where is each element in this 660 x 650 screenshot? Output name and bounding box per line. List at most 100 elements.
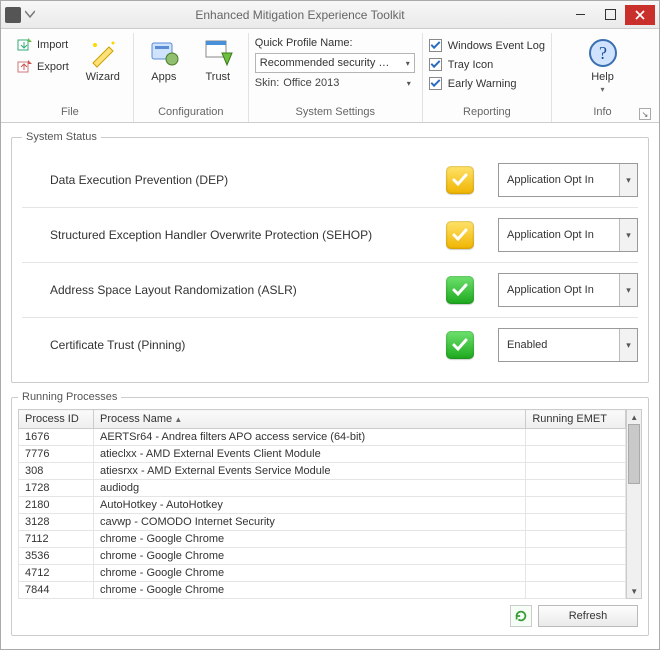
status-value: Application Opt In [499, 229, 602, 241]
wizard-button[interactable]: Wizard [79, 35, 127, 85]
checkbox-early-warning[interactable]: Early Warning [429, 77, 545, 90]
help-button[interactable]: ? Help ▾ [579, 35, 627, 96]
cell-emet [526, 514, 626, 531]
minimize-button[interactable] [565, 5, 595, 25]
cell-name: chrome - Google Chrome [94, 548, 526, 565]
cell-pid: 4712 [19, 565, 94, 582]
status-dropdown[interactable]: Application Opt In▾ [498, 163, 638, 197]
cell-pid: 3128 [19, 514, 94, 531]
cell-emet [526, 497, 626, 514]
cell-pid: 308 [19, 463, 94, 480]
cell-name: AERTSr64 - Andrea filters APO access ser… [94, 429, 526, 446]
group-label-file: File [61, 106, 79, 120]
qat-dropdown-icon[interactable] [25, 8, 35, 22]
cell-emet [526, 582, 626, 599]
cell-name: atiesrxx - AMD External Events Service M… [94, 463, 526, 480]
app-icon [5, 7, 21, 23]
status-label: Address Space Layout Randomization (ASLR… [22, 283, 446, 297]
ribbon-group-system-settings: Quick Profile Name: Recommended security… [249, 33, 423, 122]
col-pid[interactable]: Process ID [19, 410, 94, 429]
dialog-launcher-icon[interactable]: ↘ [639, 108, 651, 120]
system-status-panel: System Status Data Execution Prevention … [9, 131, 651, 383]
import-icon [17, 37, 33, 53]
status-check-icon [446, 221, 474, 249]
skin-dropdown-icon[interactable]: ▾ [407, 79, 415, 88]
table-row[interactable]: 7112chrome - Google Chrome [19, 531, 626, 548]
status-check-icon [446, 166, 474, 194]
import-button[interactable]: Import [13, 35, 73, 55]
checkbox-icon [429, 39, 442, 52]
trust-icon [202, 37, 234, 69]
scroll-up-icon[interactable]: ▲ [627, 410, 641, 424]
col-emet[interactable]: Running EMET [526, 410, 626, 429]
maximize-button[interactable] [595, 5, 625, 25]
table-row[interactable]: 7844chrome - Google Chrome [19, 582, 626, 599]
status-dropdown[interactable]: Application Opt In ▾ [498, 273, 638, 307]
cell-name: chrome - Google Chrome [94, 531, 526, 548]
col-name[interactable]: Process Name [94, 410, 526, 429]
cell-emet [526, 446, 626, 463]
scroll-down-icon[interactable]: ▼ [627, 584, 641, 598]
status-dropdown[interactable]: Enabled▾ [498, 328, 638, 362]
ribbon-group-configuration: Apps Trust Configuration [134, 33, 249, 122]
export-label: Export [37, 61, 69, 73]
table-row[interactable]: 1676AERTSr64 - Andrea filters APO access… [19, 429, 626, 446]
cell-pid: 7776 [19, 446, 94, 463]
cell-name: AutoHotkey - AutoHotkey [94, 497, 526, 514]
trust-label: Trust [205, 71, 230, 83]
status-check-icon [446, 276, 474, 304]
checkbox-event-log[interactable]: Windows Event Log [429, 39, 545, 52]
skin-value: Office 2013 [283, 77, 339, 89]
export-button[interactable]: Export [13, 57, 73, 77]
status-value: Enabled [499, 339, 555, 351]
table-row[interactable]: 308atiesrxx - AMD External Events Servic… [19, 463, 626, 480]
close-button[interactable] [625, 5, 655, 25]
table-row[interactable]: 3536chrome - Google Chrome [19, 548, 626, 565]
svg-text:?: ? [599, 43, 607, 63]
vertical-scrollbar[interactable]: ▲ ▼ [626, 409, 642, 599]
wizard-icon [87, 37, 119, 69]
quick-profile-value: Recommended security … [260, 57, 390, 69]
skin-label: Skin: [255, 77, 279, 89]
chevron-down-icon: ▾ [619, 219, 637, 251]
export-icon [17, 59, 33, 75]
checkbox-label: Tray Icon [448, 59, 493, 71]
cell-emet [526, 531, 626, 548]
apps-button[interactable]: Apps [140, 35, 188, 85]
group-label-sysset: System Settings [296, 106, 375, 120]
cell-pid: 2180 [19, 497, 94, 514]
chevron-down-icon: ▾ [619, 274, 637, 306]
status-value: Application Opt In [499, 284, 602, 296]
status-dropdown[interactable]: Application Opt In ▾ [498, 218, 638, 252]
cell-emet [526, 429, 626, 446]
table-row[interactable]: 2180AutoHotkey - AutoHotkey [19, 497, 626, 514]
apps-icon [148, 37, 180, 69]
cell-emet [526, 548, 626, 565]
chevron-down-icon: ▾ [406, 59, 410, 68]
status-row: Certificate Trust (Pinning) Enabled▾ [22, 318, 638, 372]
status-check-icon [446, 331, 474, 359]
checkbox-tray-icon[interactable]: Tray Icon [429, 58, 545, 71]
quick-profile-combo[interactable]: Recommended security … ▾ [255, 53, 415, 73]
status-label: Certificate Trust (Pinning) [22, 338, 446, 352]
checkbox-icon [429, 58, 442, 71]
table-row[interactable]: 4712chrome - Google Chrome [19, 565, 626, 582]
refresh-button[interactable]: Refresh [538, 605, 638, 627]
status-label: Data Execution Prevention (DEP) [22, 173, 446, 187]
group-label-info: Info [593, 106, 611, 120]
group-label-config: Configuration [158, 106, 223, 120]
refresh-icon-button[interactable] [510, 605, 532, 627]
ribbon-group-file: Import Export Wizard File [7, 33, 134, 122]
cell-emet [526, 480, 626, 497]
help-icon: ? [587, 37, 619, 69]
ribbon-group-reporting: Windows Event Log Tray Icon Early Warnin… [423, 33, 552, 122]
table-row[interactable]: 1728audiodg [19, 480, 626, 497]
help-label: Help [591, 71, 614, 83]
table-row[interactable]: 3128cavwp - COMODO Internet Security [19, 514, 626, 531]
cell-name: chrome - Google Chrome [94, 565, 526, 582]
running-processes-panel: Running Processes Process ID Process Nam… [9, 391, 651, 636]
cell-name: audiodg [94, 480, 526, 497]
table-row[interactable]: 7776atieclxx - AMD External Events Clien… [19, 446, 626, 463]
scroll-thumb[interactable] [628, 424, 640, 484]
trust-button[interactable]: Trust [194, 35, 242, 85]
